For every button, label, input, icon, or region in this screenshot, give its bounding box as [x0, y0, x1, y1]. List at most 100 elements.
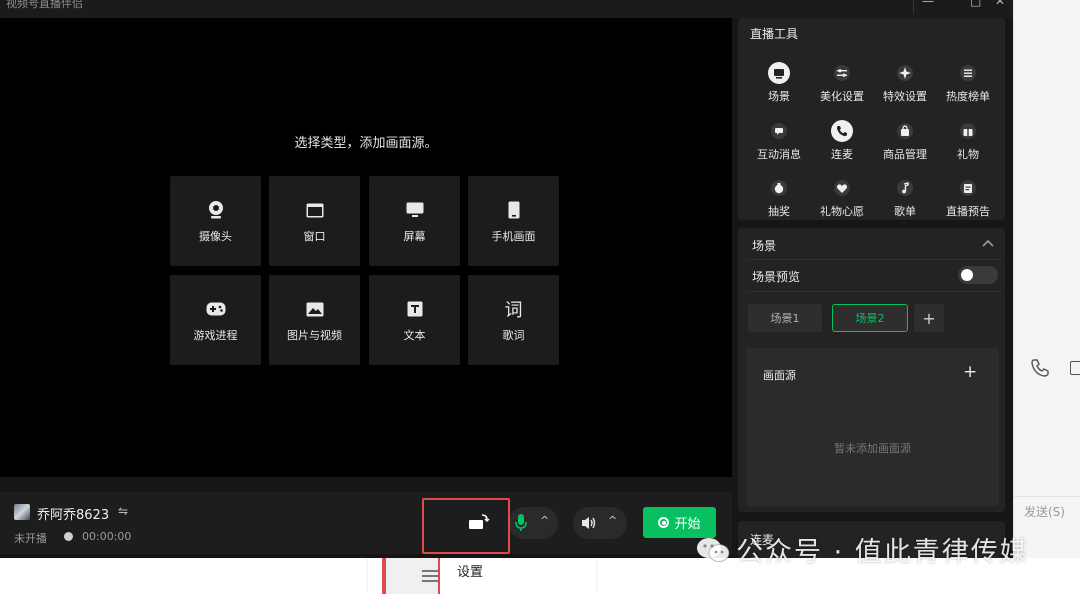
microphone-dropdown-icon[interactable]: ^ [540, 514, 549, 527]
tool-label: 美化设置 [820, 90, 864, 103]
tool-gift-wish[interactable]: 礼物心愿 [810, 177, 874, 219]
camera-icon [207, 198, 225, 222]
maximize-button[interactable]: □ [970, 0, 981, 8]
clock-icon [64, 532, 73, 541]
source-text[interactable]: 文本 [369, 275, 460, 365]
microphone-control[interactable]: ^ [508, 507, 558, 539]
message-icon [768, 120, 790, 142]
effects-icon [894, 62, 916, 84]
live-timer: 00:00:00 [82, 530, 132, 543]
speaker-icon [582, 517, 596, 529]
gamepad-icon [206, 297, 226, 321]
settings-menu-fragment: 设置 [368, 558, 596, 594]
live-status: 未开播 [14, 532, 47, 545]
source-window[interactable]: 窗口 [269, 176, 360, 266]
empty-source-text: 暂未添加画面源 [834, 442, 911, 455]
source-label: 窗口 [303, 230, 326, 243]
highlight-strip [438, 558, 440, 594]
divider [1014, 496, 1080, 497]
tool-gift[interactable]: 礼物 [936, 120, 1000, 162]
window-icon [306, 198, 324, 222]
source-label: 歌词 [502, 329, 525, 342]
tool-label: 礼物心愿 [820, 205, 864, 218]
monitor-icon [406, 198, 424, 222]
external-chat-window [1013, 0, 1080, 558]
source-list-header: 画面源 [763, 369, 796, 382]
product-icon [894, 120, 916, 142]
divider [913, 0, 914, 14]
co-host-icon [831, 120, 853, 142]
collapse-icon[interactable] [981, 238, 995, 248]
beauty-settings-icon [831, 62, 853, 84]
divider [746, 291, 1002, 292]
source-screen[interactable]: 屏幕 [369, 176, 460, 266]
screen: 发送(S) 视频号直播伴侣 — □ ✕ 选择类型，添加画面源。 摄像头 窗口 屏… [0, 0, 1080, 594]
title-bar: 视频号直播伴侣 — □ ✕ [0, 0, 1013, 18]
close-button[interactable]: ✕ [995, 0, 1005, 8]
tool-label: 互动消息 [757, 148, 801, 161]
control-bar: 乔阿乔8623 ⇋ 未开播 00:00:00 ^ ^ 开始 [0, 492, 732, 554]
wechat-icon [697, 538, 730, 562]
tool-lottery[interactable]: 抽奖 [747, 177, 811, 219]
speaker-control[interactable]: ^ [573, 507, 627, 539]
gift-icon [957, 120, 979, 142]
preview-canvas[interactable]: 选择类型，添加画面源。 摄像头 窗口 屏幕 手机画面 游戏进程 图片与视频 文本… [0, 18, 732, 477]
live-notice-icon [957, 177, 979, 199]
lottery-icon [768, 177, 790, 199]
scene-tab-2[interactable]: 场景2 [832, 304, 908, 332]
send-button[interactable]: 发送(S) [1024, 503, 1065, 520]
minimize-button[interactable]: — [922, 0, 934, 8]
live-companion-window: 视频号直播伴侣 — □ ✕ 选择类型，添加画面源。 摄像头 窗口 屏幕 手机画面… [0, 0, 1013, 558]
add-source-button[interactable]: + [963, 362, 977, 382]
source-camera[interactable]: 摄像头 [170, 176, 261, 266]
tool-label: 连麦 [831, 148, 853, 161]
source-list-panel: 画面源 + 暂未添加画面源 [746, 348, 999, 506]
add-scene-button[interactable]: + [914, 304, 944, 332]
source-label: 摄像头 [199, 230, 232, 243]
tool-interactive-messages[interactable]: 互动消息 [747, 120, 811, 162]
live-tools-header: 直播工具 [750, 27, 799, 41]
highlight-annotation [422, 498, 510, 554]
source-game[interactable]: 游戏进程 [170, 275, 261, 365]
tool-label: 热度榜单 [946, 90, 990, 103]
tool-ranking[interactable]: 热度榜单 [936, 62, 1000, 104]
ranking-icon [957, 62, 979, 84]
phone-call-icon[interactable] [1030, 358, 1050, 378]
tool-label: 商品管理 [883, 148, 927, 161]
tool-product-management[interactable]: 商品管理 [873, 120, 937, 162]
tool-label: 特效设置 [883, 90, 927, 103]
settings-menu-item[interactable]: 设置 [457, 561, 483, 580]
source-lyrics[interactable]: 词 歌词 [468, 275, 559, 365]
window-title: 视频号直播伴侣 [6, 0, 83, 10]
tool-scene[interactable]: 场景 [747, 62, 811, 104]
tool-co-host[interactable]: 连麦 [810, 120, 874, 162]
watermark: 公众号 · 值此青律传媒 [696, 530, 1029, 569]
tool-beauty-settings[interactable]: 美化设置 [810, 62, 874, 104]
scene-preview-toggle[interactable] [958, 266, 998, 284]
phone-icon [508, 198, 520, 222]
avatar[interactable] [14, 504, 30, 520]
source-label: 手机画面 [491, 230, 536, 243]
preview-hint: 选择类型，添加画面源。 [294, 136, 438, 151]
username: 乔阿乔8623 [37, 508, 110, 523]
tool-live-notice[interactable]: 直播预告 [936, 177, 1000, 219]
source-label: 文本 [403, 329, 426, 342]
gift-wish-icon [831, 177, 853, 199]
source-image-video[interactable]: 图片与视频 [269, 275, 360, 365]
video-call-icon[interactable] [1070, 361, 1080, 375]
scene-panel-header: 场景 [752, 239, 777, 253]
tool-effects-settings[interactable]: 特效设置 [873, 62, 937, 104]
text-icon [407, 297, 423, 321]
source-label: 屏幕 [403, 230, 426, 243]
playlist-icon [894, 177, 916, 199]
source-phone[interactable]: 手机画面 [468, 176, 559, 266]
source-label: 图片与视频 [287, 329, 342, 342]
divider [746, 259, 1002, 260]
scene-tab-1[interactable]: 场景1 [748, 304, 822, 332]
microphone-icon [515, 514, 527, 531]
speaker-dropdown-icon[interactable]: ^ [608, 514, 617, 527]
tool-label: 歌单 [894, 205, 916, 218]
switch-account-icon[interactable]: ⇋ [118, 504, 128, 518]
tool-playlist[interactable]: 歌单 [873, 177, 937, 219]
menu-button[interactable] [386, 558, 440, 594]
